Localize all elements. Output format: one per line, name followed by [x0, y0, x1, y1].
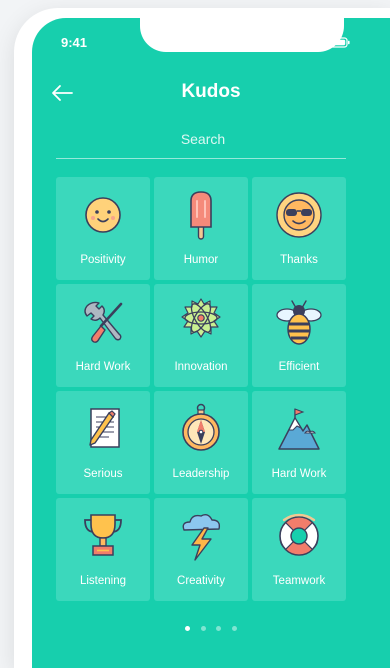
- kudos-label: Hard Work: [75, 361, 131, 373]
- bee-icon: [276, 300, 322, 345]
- nav-bar: Kudos: [32, 73, 390, 113]
- atom-icon: [181, 298, 221, 338]
- lightning-cloud-icon: [182, 513, 221, 561]
- sunglasses-sun-icon: [276, 192, 322, 238]
- kudos-tile-hard-work[interactable]: Hard Work: [56, 284, 150, 387]
- app-screen: 9:41 Kudos Search Positivity Humor Thank…: [32, 18, 390, 668]
- search-bar: [56, 118, 350, 160]
- kudos-tile-teamwork[interactable]: Teamwork: [252, 498, 346, 601]
- kudos-grid: Positivity Humor Thanks Hard Work Innova…: [56, 177, 346, 601]
- notepad-pencil-icon: [89, 408, 120, 448]
- kudos-label: Listening: [79, 575, 127, 587]
- page-dot-4[interactable]: [231, 626, 237, 631]
- compass-icon: [182, 403, 220, 451]
- life-ring-icon: [279, 513, 319, 556]
- kudos-label: Thanks: [280, 254, 318, 266]
- kudos-tile-hard-work-mountain[interactable]: Hard Work: [252, 391, 346, 494]
- kudos-tile-efficient[interactable]: Efficient: [252, 284, 346, 387]
- kudos-label: Creativity: [177, 575, 225, 587]
- kudos-tile-leadership[interactable]: Leadership: [154, 391, 248, 494]
- kudos-label: Hard Work: [271, 468, 327, 480]
- kudos-tile-thanks[interactable]: Thanks: [252, 177, 346, 280]
- page-indicator: [32, 618, 390, 636]
- page-title: Kudos: [181, 81, 241, 102]
- kudos-tile-creativity[interactable]: Creativity: [154, 498, 248, 601]
- status-icons: [296, 37, 350, 48]
- kudos-label: Serious: [83, 468, 123, 480]
- kudos-label: Leadership: [172, 468, 230, 480]
- kudos-label: Innovation: [174, 361, 228, 373]
- page-dot-1[interactable]: [185, 626, 191, 631]
- battery-icon: [329, 37, 350, 48]
- status-time: 9:41: [61, 35, 88, 50]
- popsicle-icon: [190, 191, 212, 240]
- trophy-icon: [84, 514, 122, 556]
- kudos-tile-innovation[interactable]: Innovation: [154, 284, 248, 387]
- wrench-screwdriver-icon: [84, 301, 123, 343]
- kudos-tile-positivity[interactable]: Positivity: [56, 177, 150, 280]
- kudos-tile-listening[interactable]: Listening: [56, 498, 150, 601]
- smiley-face-icon: [85, 197, 121, 233]
- kudos-label: Efficient: [278, 361, 320, 373]
- kudos-label: Humor: [183, 254, 219, 266]
- signal-icon: [296, 38, 309, 47]
- wifi-icon: [312, 37, 326, 47]
- kudos-label: Teamwork: [272, 575, 326, 587]
- search-input[interactable]: [56, 118, 350, 160]
- kudos-label: Positivity: [80, 254, 126, 266]
- kudos-tile-humor[interactable]: Humor: [154, 177, 248, 280]
- page-dot-3[interactable]: [216, 626, 222, 631]
- mountain-icon: [278, 408, 320, 450]
- kudos-tile-serious[interactable]: Serious: [56, 391, 150, 494]
- page-dot-2[interactable]: [200, 626, 206, 631]
